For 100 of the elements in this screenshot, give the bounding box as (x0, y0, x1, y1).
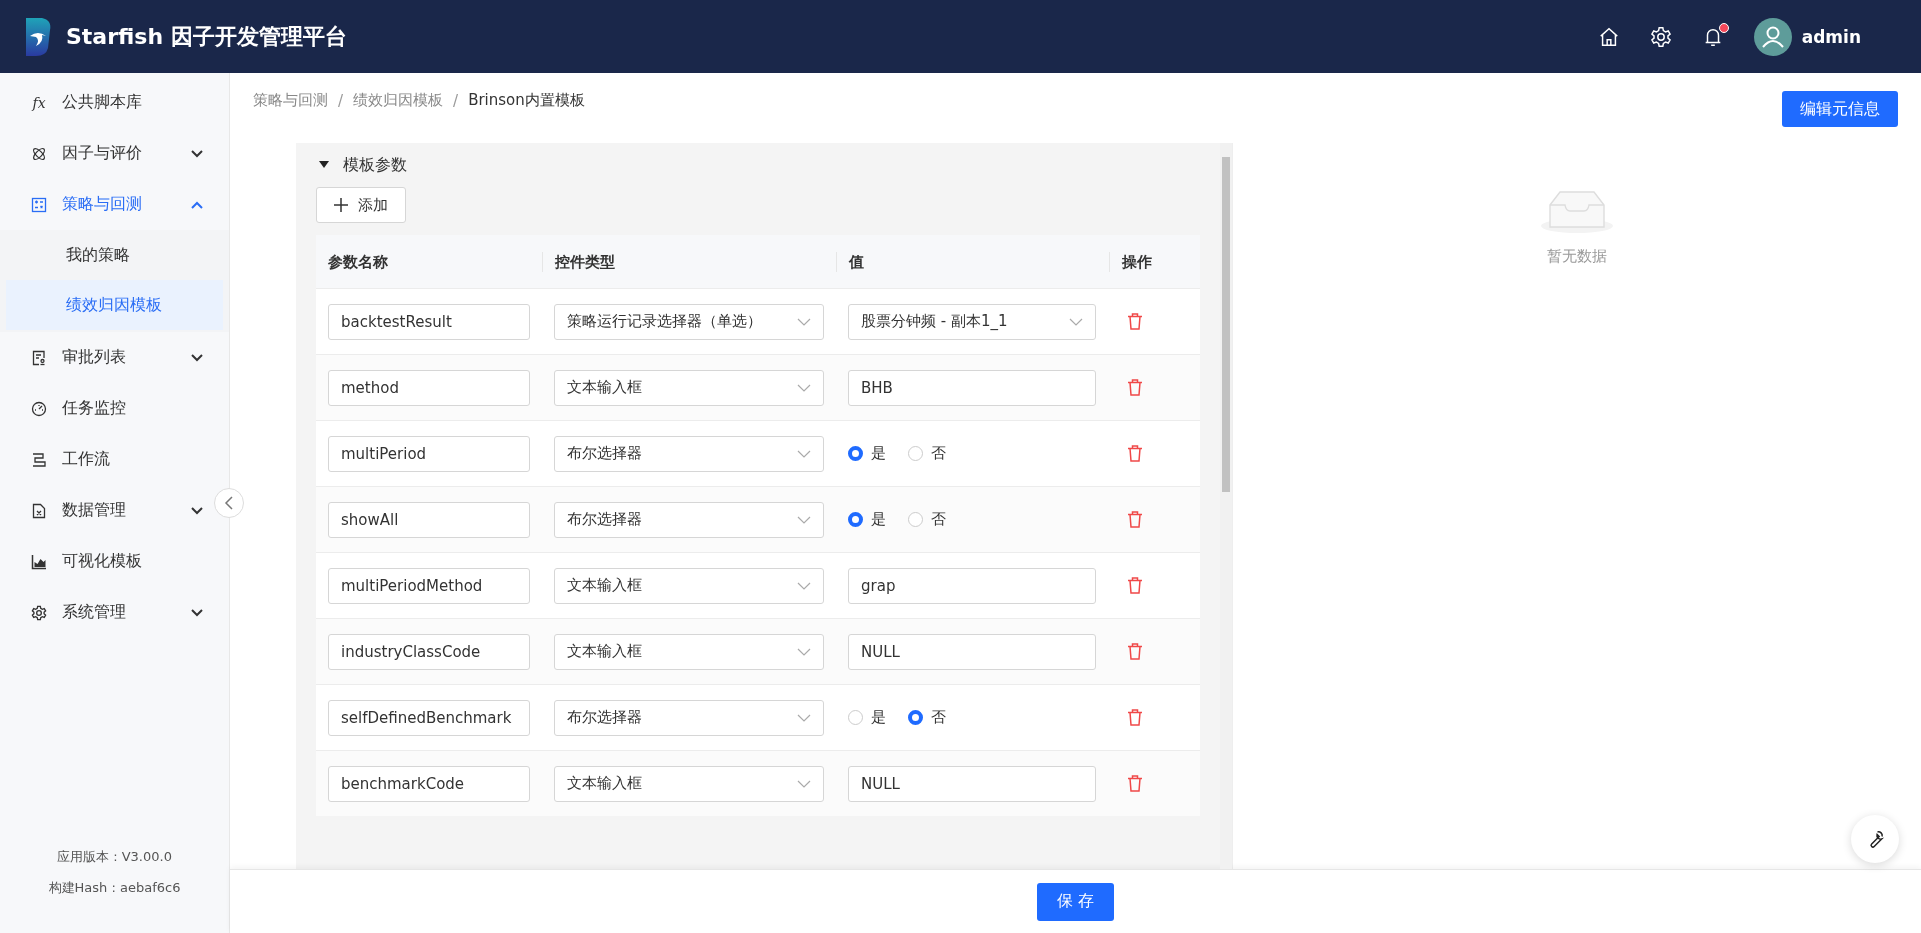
type-select[interactable]: 文本输入框 (554, 633, 824, 670)
type-select[interactable]: 布尔选择器 (554, 501, 824, 538)
function-icon: fx (32, 94, 46, 111)
type-select[interactable]: 布尔选择器 (554, 435, 824, 472)
type-select[interactable]: 文本输入框 (554, 567, 824, 604)
chevron-down-icon (797, 317, 811, 326)
chevron-down-icon (191, 149, 203, 158)
name-input-field[interactable]: showAll (328, 501, 530, 538)
delete-icon[interactable] (1127, 775, 1143, 792)
value-input-field[interactable]: BHB (848, 369, 1096, 406)
sidebar-item[interactable]: 工作流 (0, 434, 213, 485)
radio-button[interactable] (848, 710, 863, 725)
chevron-down-icon (797, 647, 811, 656)
value-input-field[interactable]: grap (848, 567, 1096, 604)
collapse-sidebar-button[interactable] (214, 488, 244, 518)
calculator-icon (31, 196, 47, 213)
sidebar-item[interactable]: 审批列表 (0, 332, 213, 383)
home-icon[interactable] (1597, 25, 1620, 48)
type-select[interactable]: 策略运行记录选择器（单选） (554, 303, 824, 340)
breadcrumb-separator: / (338, 91, 344, 110)
value-input-field[interactable]: NULL (848, 633, 1096, 670)
chevron-down-icon (797, 581, 811, 590)
delete-icon[interactable] (1127, 643, 1143, 660)
column-header: 操作 (1109, 251, 1200, 272)
breadcrumb-item: Brinson内置模板 (468, 91, 585, 110)
chevron-down-icon (191, 608, 203, 617)
chevron-down-icon (1069, 317, 1083, 326)
radio-label[interactable]: 否 (931, 444, 946, 463)
sidebar-item[interactable]: 数据管理 (0, 485, 213, 536)
column-header: 控件类型 (542, 251, 836, 272)
radio-label[interactable]: 是 (871, 444, 886, 463)
name-input-field[interactable]: multiPeriod (328, 435, 530, 472)
name-input-field[interactable]: selfDefinedBenchmark (328, 699, 530, 736)
chevron-down-icon (797, 383, 811, 392)
radio-button[interactable] (848, 512, 863, 527)
user-name[interactable]: admin (1801, 26, 1861, 47)
chevron-up-icon (191, 200, 203, 209)
radio-button[interactable] (908, 446, 923, 461)
scrollbar[interactable] (1220, 143, 1232, 869)
value-input-field[interactable]: NULL (848, 765, 1096, 802)
radio-label[interactable]: 否 (931, 510, 946, 529)
sidebar-item[interactable]: 因子与评价 (0, 128, 213, 179)
sidebar-item[interactable]: 策略与回测 (0, 179, 213, 230)
save-button[interactable]: 保 存 (1036, 882, 1115, 921)
spreadsheet-file-icon (31, 502, 47, 519)
workflow-icon (31, 451, 47, 468)
app-title: Starfish 因子开发管理平台 (66, 22, 347, 51)
tools-button[interactable] (1851, 815, 1899, 863)
atom-icon (31, 145, 47, 162)
type-select[interactable]: 布尔选择器 (554, 699, 824, 736)
chevron-down-icon (797, 515, 811, 524)
panel-title: 模板参数 (343, 154, 407, 176)
version-text: 应用版本 : V3.00.0 (56, 848, 173, 866)
sidebar-subitem[interactable]: 我的策略 (6, 230, 223, 280)
dolphin-logo-icon (24, 17, 52, 56)
column-header: 参数名称 (327, 251, 389, 272)
delete-icon[interactable] (1127, 313, 1143, 330)
radio-label[interactable]: 否 (931, 708, 946, 727)
settings-icon (31, 604, 47, 621)
breadcrumb-separator: / (453, 91, 459, 110)
sidebar-item[interactable]: 可视化模板 (0, 536, 213, 587)
chevron-down-icon (797, 449, 811, 458)
name-input-field[interactable]: backtestResult (328, 303, 530, 340)
sidebar-subitem[interactable]: 绩效归因模板 (6, 280, 223, 330)
radio-button[interactable] (848, 446, 863, 461)
empty-state-text: 暂无数据 (1547, 247, 1607, 266)
value-select[interactable]: 股票分钟频 - 副本1_1 (848, 303, 1096, 340)
radio-label[interactable]: 是 (871, 510, 886, 529)
area-chart-icon (31, 553, 47, 570)
name-input-field[interactable]: multiPeriodMethod (328, 567, 530, 604)
breadcrumb-item[interactable]: 策略与回测 (253, 91, 328, 110)
type-select[interactable]: 文本输入框 (554, 369, 824, 406)
settings-icon[interactable] (1649, 25, 1672, 48)
delete-icon[interactable] (1127, 379, 1143, 396)
add-button[interactable]: 添加 (316, 187, 406, 223)
chevron-down-icon (191, 353, 203, 362)
name-input-field[interactable]: method (328, 369, 530, 406)
name-input-field[interactable]: benchmarkCode (328, 765, 530, 802)
name-input-field[interactable]: industryClassCode (328, 633, 530, 670)
delete-icon[interactable] (1127, 445, 1143, 462)
radio-label[interactable]: 是 (871, 708, 886, 727)
breadcrumb-item[interactable]: 绩效归因模板 (353, 91, 444, 110)
sidebar-item[interactable]: 系统管理 (0, 587, 213, 638)
build-hash-text: 构建Hash : aebaf6c6 (47, 879, 182, 897)
type-select[interactable]: 文本输入框 (554, 765, 824, 802)
column-header: 值 (836, 251, 1109, 272)
chevron-left-icon (224, 496, 234, 510)
delete-icon[interactable] (1127, 709, 1143, 726)
gauge-icon (31, 400, 47, 417)
delete-icon[interactable] (1127, 577, 1143, 594)
sidebar-item[interactable]: 任务监控 (0, 383, 213, 434)
edit-meta-button[interactable]: 编辑元信息 (1782, 91, 1898, 127)
chevron-down-icon (797, 779, 811, 788)
radio-button[interactable] (908, 512, 923, 527)
caret-icon[interactable] (319, 161, 329, 169)
sidebar-item[interactable]: fx 公共脚本库 (0, 77, 213, 128)
radio-button[interactable] (908, 710, 923, 725)
avatar-icon[interactable] (1753, 17, 1792, 56)
plus-icon (334, 198, 348, 212)
delete-icon[interactable] (1127, 511, 1143, 528)
